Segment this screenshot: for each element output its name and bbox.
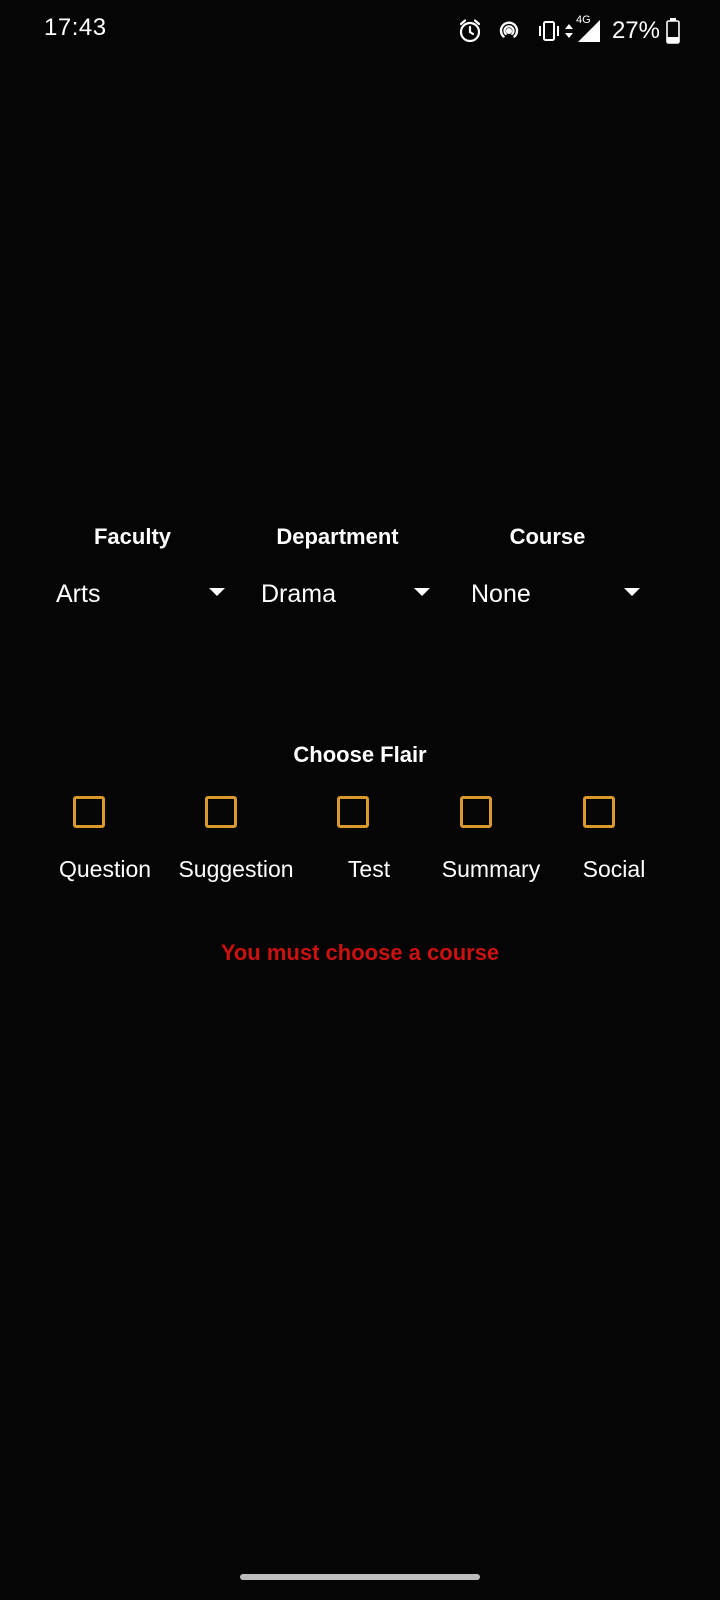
dropdown-arrow-icon <box>624 588 640 596</box>
flair-options: Question Suggestion Test Summary Social <box>0 796 720 886</box>
selectors-row: Faculty Arts Department Drama Course Non… <box>40 524 680 624</box>
screen: 17:43 4G 27% Faculty Arts Department Dra… <box>0 0 720 1600</box>
status-time: 17:43 <box>44 14 107 41</box>
error-message: You must choose a course <box>220 940 500 965</box>
flair-option-summary[interactable]: Summary <box>426 796 556 886</box>
faculty-selector: Faculty Arts <box>40 524 225 624</box>
data-arrows-icon <box>564 16 574 46</box>
flair-option-question[interactable]: Question <box>40 796 170 886</box>
flair-label: Suggestion <box>178 856 294 882</box>
flair-option-social[interactable]: Social <box>549 796 679 886</box>
flair-label: Question <box>58 856 152 882</box>
alarm-icon <box>458 16 482 46</box>
summary-checkbox[interactable] <box>460 796 492 828</box>
flair-option-suggestion[interactable]: Suggestion <box>171 796 301 886</box>
vibrate-icon <box>536 16 562 46</box>
battery-percent: 27% <box>611 17 660 44</box>
flair-label: Summary <box>441 856 541 882</box>
course-selector: Course None <box>455 524 640 624</box>
department-label: Department <box>276 524 399 549</box>
course-label: Course <box>509 524 586 549</box>
hotspot-icon <box>496 16 522 46</box>
network-type-label: 4G <box>575 14 591 26</box>
flair-label: Social <box>582 856 646 882</box>
course-dropdown[interactable]: None <box>455 576 640 616</box>
test-checkbox[interactable] <box>337 796 369 828</box>
suggestion-checkbox[interactable] <box>205 796 237 828</box>
faculty-dropdown[interactable]: Arts <box>40 576 225 616</box>
department-value: Drama <box>261 580 337 608</box>
social-checkbox[interactable] <box>583 796 615 828</box>
faculty-value: Arts <box>56 580 101 608</box>
faculty-label: Faculty <box>93 524 172 549</box>
home-indicator[interactable] <box>240 1574 480 1580</box>
choose-flair-title: Choose Flair <box>293 742 427 767</box>
battery-icon <box>666 16 680 46</box>
department-selector: Department Drama <box>245 524 430 624</box>
dropdown-arrow-icon <box>414 588 430 596</box>
course-value: None <box>471 580 531 608</box>
flair-label: Test <box>347 856 391 882</box>
question-checkbox[interactable] <box>73 796 105 828</box>
department-dropdown[interactable]: Drama <box>245 576 430 616</box>
signal-icon: 4G <box>575 14 602 46</box>
flair-option-test[interactable]: Test <box>304 796 434 886</box>
status-icons: 4G 27% <box>452 14 680 46</box>
status-bar: 17:43 4G 27% <box>0 0 720 60</box>
dropdown-arrow-icon <box>209 588 225 596</box>
